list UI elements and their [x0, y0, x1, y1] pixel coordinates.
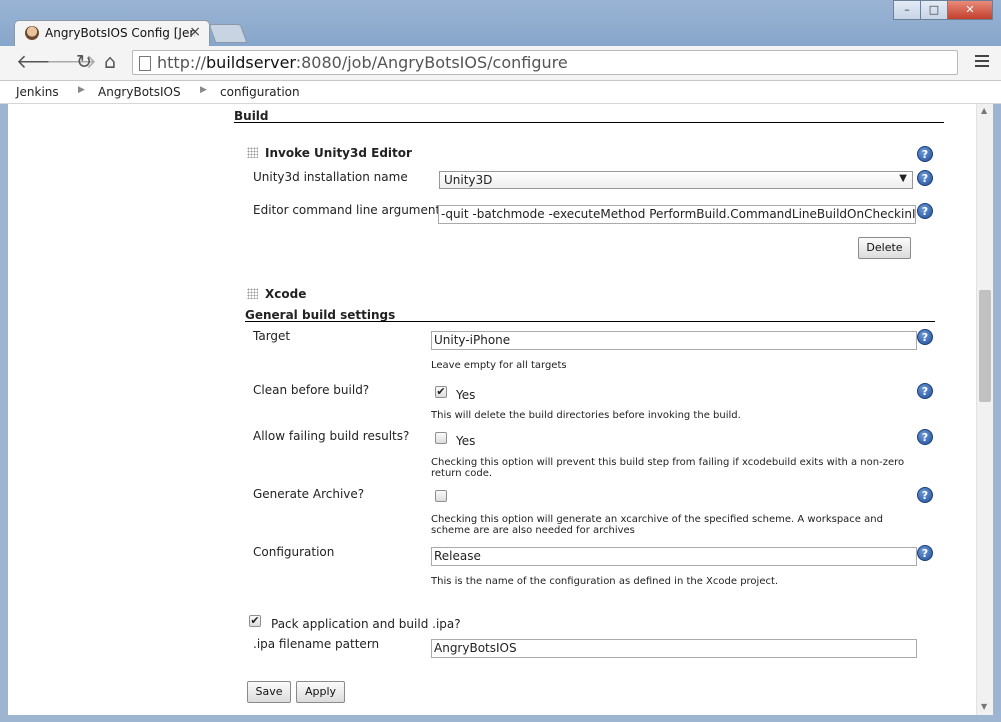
unity-installation-label: Unity3d installation name	[253, 170, 408, 184]
archive-label: Generate Archive?	[253, 487, 365, 501]
help-icon[interactable]: ?	[917, 146, 933, 162]
drag-handle-icon[interactable]	[247, 147, 258, 158]
reload-icon[interactable]: ↻	[76, 52, 92, 72]
configuration-label: Configuration	[253, 545, 335, 559]
failing-hint: Checking this option will prevent this b…	[431, 457, 905, 468]
scroll-up-icon[interactable]: ▲	[981, 106, 987, 115]
drag-handle-icon[interactable]	[247, 288, 258, 299]
window-frame-bottom	[0, 715, 1001, 722]
browser-toolbar: 🡐 🡒 ↻ ⌂ http://buildserver:8080/job/Angr…	[0, 46, 1001, 81]
url-host: buildserver	[206, 53, 296, 72]
browser-titlebar: AngryBotsIOS Config [Jenkins] × – □ ✕	[0, 0, 1001, 46]
url-scheme: http://	[157, 53, 207, 72]
url-path: :8080/job/AngryBotsIOS/configure	[295, 53, 568, 72]
target-input[interactable]: Unity-iPhone	[431, 331, 917, 350]
tab-title: AngryBotsIOS Config [Jenkins]	[45, 26, 195, 40]
archive-checkbox[interactable]	[435, 490, 447, 502]
address-bar[interactable]: http://buildserver:8080/job/AngryBotsIOS…	[132, 50, 958, 75]
configuration-input[interactable]: Release	[431, 547, 917, 566]
breadcrumb: Jenkins ▶ AngryBotsIOS ▶ configuration	[0, 81, 1001, 104]
help-icon[interactable]: ?	[917, 487, 933, 503]
target-label: Target	[253, 329, 291, 343]
target-hint: Leave empty for all targets	[431, 360, 567, 371]
save-button[interactable]: Save	[247, 681, 291, 703]
jenkins-favicon-icon	[25, 26, 39, 40]
scrollbar-thumb[interactable]	[979, 290, 991, 402]
scroll-down-icon[interactable]: ▼	[981, 702, 987, 711]
page-icon	[139, 56, 151, 71]
maximize-icon[interactable]: □	[920, 0, 948, 20]
general-settings-title: General build settings	[245, 308, 396, 322]
archive-hint-continued: scheme are are also needed for archives	[431, 525, 635, 536]
failing-checkbox[interactable]	[435, 432, 447, 444]
divider	[234, 122, 944, 123]
clean-hint: This will delete the build directories b…	[431, 410, 741, 421]
failing-option-label: Yes	[456, 434, 476, 448]
help-icon[interactable]: ?	[917, 383, 933, 399]
unity-args-label: Editor command line arguments	[253, 203, 447, 217]
window-frame-left	[0, 104, 8, 715]
help-icon[interactable]: ?	[917, 203, 933, 219]
failing-label: Allow failing build results?	[253, 429, 410, 443]
unity-installation-value: Unity3D	[444, 173, 493, 187]
chevron-down-icon: ▼	[899, 173, 907, 184]
help-icon[interactable]: ?	[917, 170, 933, 186]
help-icon[interactable]: ?	[917, 429, 933, 445]
breadcrumb-configuration[interactable]: configuration	[220, 85, 300, 99]
clean-label: Clean before build?	[253, 383, 370, 397]
build-section-title: Build	[234, 109, 269, 123]
ipa-pattern-input[interactable]: AngryBotsIOS	[431, 639, 917, 658]
delete-button[interactable]: Delete	[858, 237, 911, 259]
apply-button[interactable]: Apply	[296, 681, 345, 703]
window-close-icon[interactable]: ✕	[947, 0, 993, 20]
failing-hint-continued: return code.	[431, 468, 493, 479]
unity-step-title: Invoke Unity3d Editor	[265, 146, 412, 160]
configuration-hint: This is the name of the configuration as…	[431, 576, 779, 587]
archive-hint: Checking this option will generate an xc…	[431, 514, 883, 525]
pack-ipa-checkbox[interactable]: ✔	[249, 615, 261, 627]
window-frame-right	[993, 104, 1001, 722]
unity-installation-select[interactable]: Unity3D ▼	[439, 171, 913, 189]
help-icon[interactable]: ?	[917, 329, 933, 345]
breadcrumb-arrow-icon[interactable]: ▶	[78, 85, 85, 95]
new-tab-button[interactable]	[208, 24, 248, 43]
minimize-icon[interactable]: –	[893, 0, 921, 20]
tab-close-icon[interactable]: ×	[189, 24, 201, 40]
page-scrollbar[interactable]: ▲ ▼	[976, 104, 994, 715]
clean-checkbox[interactable]: ✔	[435, 386, 447, 398]
help-icon[interactable]: ?	[917, 545, 933, 561]
home-icon[interactable]: ⌂	[104, 52, 116, 72]
divider	[245, 321, 935, 322]
unity-args-input[interactable]: -quit -batchmode -executeMethod PerformB…	[438, 205, 916, 224]
menu-icon[interactable]	[975, 55, 989, 70]
breadcrumb-arrow-icon[interactable]: ▶	[200, 85, 207, 95]
clean-option-label: Yes	[456, 388, 476, 402]
breadcrumb-jenkins[interactable]: Jenkins	[16, 85, 59, 99]
window-controls: – □ ✕	[893, 0, 993, 20]
pack-ipa-label: Pack application and build .ipa?	[271, 617, 461, 631]
breadcrumb-job[interactable]: AngryBotsIOS	[98, 85, 181, 99]
browser-tab[interactable]: AngryBotsIOS Config [Jenkins] ×	[14, 20, 210, 46]
ipa-pattern-label: .ipa filename pattern	[253, 637, 380, 651]
config-form: Build Invoke Unity3d Editor ? Unity3d in…	[8, 104, 976, 715]
xcode-step-title: Xcode	[265, 287, 307, 301]
